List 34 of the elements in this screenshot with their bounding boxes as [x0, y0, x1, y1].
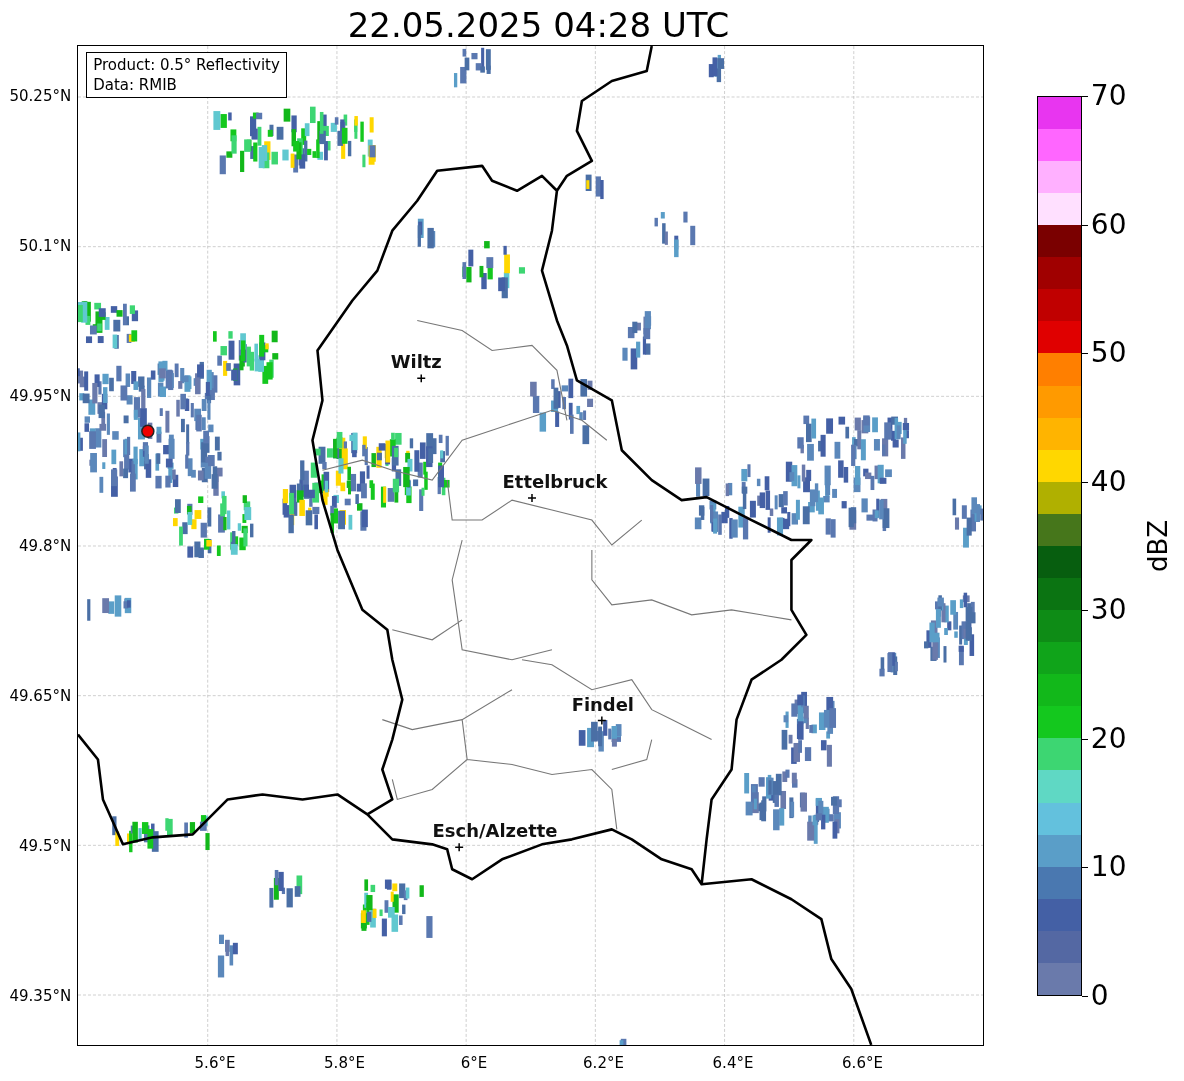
colorbar-tick-label: 0: [1090, 980, 1109, 1012]
city-label: Ettelbruck: [502, 471, 608, 493]
product-label: Product: 0.5° Reflectivity: [93, 55, 280, 75]
latitude-label: 50.1°N: [19, 235, 72, 257]
latitude-label: 50.25°N: [9, 85, 72, 107]
colorbar-tick-label: 20: [1090, 722, 1127, 755]
colorbar-tick-label: 60: [1090, 208, 1127, 241]
longitude-label: 6.2°E: [583, 1053, 624, 1074]
latitude-label: 49.5°N: [19, 835, 72, 857]
city-label: Wiltz: [390, 351, 442, 373]
colorbar-tick-label: 30: [1090, 594, 1127, 627]
latitude-label: 49.35°N: [9, 985, 72, 1007]
longitude-label: 5.6°E: [194, 1053, 236, 1074]
colorbar-tick-label: 50: [1090, 337, 1127, 370]
city-marker-icon: [454, 842, 465, 853]
colorbar-label: dBZ: [1144, 519, 1171, 573]
city-label: Findel: [571, 693, 635, 715]
colorbar-tick-label: 70: [1090, 80, 1127, 112]
data-source-label: Data: RMIB: [93, 75, 178, 95]
city-marker-icon: [416, 373, 427, 384]
longitude-label: 6.6°E: [842, 1053, 883, 1074]
longitude-label: 5.8°E: [324, 1053, 365, 1074]
city-marker-icon: [597, 715, 607, 726]
chart-title: 22.05.2025 04:28 UTC: [347, 5, 730, 45]
latitude-label: 49.65°N: [9, 685, 72, 707]
radar-site-marker: [141, 424, 155, 438]
longitude-label: 6°E: [460, 1053, 488, 1074]
city-marker-icon: [527, 493, 537, 503]
longitude-label: 6.4°E: [712, 1053, 754, 1074]
city-label: Esch/Alzette: [432, 820, 558, 842]
latitude-label: 49.95°N: [9, 385, 72, 407]
colorbar-tick-label: 10: [1090, 851, 1127, 884]
latitude-label: 49.8°N: [19, 535, 72, 557]
colorbar-tick-label: 40: [1090, 465, 1127, 498]
